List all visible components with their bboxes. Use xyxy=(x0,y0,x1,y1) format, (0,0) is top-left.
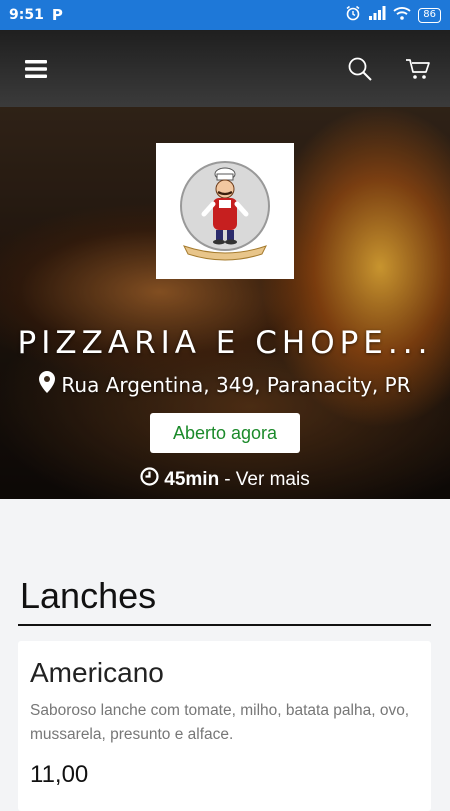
menu-item-card[interactable]: Americano Saboroso lanche com tomate, mi… xyxy=(18,641,431,811)
restaurant-name: PIZZARIA E CHOPE... xyxy=(17,325,433,361)
see-more-link[interactable]: - Ver mais xyxy=(224,469,310,491)
restaurant-hero: PIZZARIA E CHOPE... Rua Argentina, 349, … xyxy=(0,107,450,499)
system-status-bar: 9:51 P 86 xyxy=(0,0,450,30)
delivery-time: 45min xyxy=(164,468,220,490)
menu-item-description: Saboroso lanche com tomate, milho, batat… xyxy=(30,702,410,743)
restaurant-logo xyxy=(156,143,294,279)
menu-icon[interactable] xyxy=(22,55,50,83)
open-status-badge: Aberto agora xyxy=(150,413,300,453)
delivery-time-row[interactable]: 45min - Ver mais xyxy=(0,467,450,492)
app-badge: P xyxy=(51,6,63,24)
address-text: Rua Argentina, 349, Paranacity, PR xyxy=(61,372,411,397)
map-pin-icon xyxy=(39,371,56,398)
clock-icon xyxy=(140,467,159,492)
alarm-icon xyxy=(345,5,361,25)
cart-icon[interactable] xyxy=(404,55,432,83)
app-header xyxy=(0,30,450,107)
battery-indicator: 86 xyxy=(418,7,441,23)
category-title: Lanches xyxy=(20,575,157,616)
signal-icon xyxy=(368,6,386,24)
status-time: 9:51 xyxy=(9,7,44,23)
search-icon[interactable] xyxy=(346,55,374,83)
restaurant-address: Rua Argentina, 349, Paranacity, PR xyxy=(0,371,450,398)
menu-item-price: 11,00 xyxy=(30,761,89,788)
category-divider xyxy=(18,624,431,626)
wifi-icon xyxy=(393,6,411,24)
menu-item-name: Americano xyxy=(30,657,164,688)
